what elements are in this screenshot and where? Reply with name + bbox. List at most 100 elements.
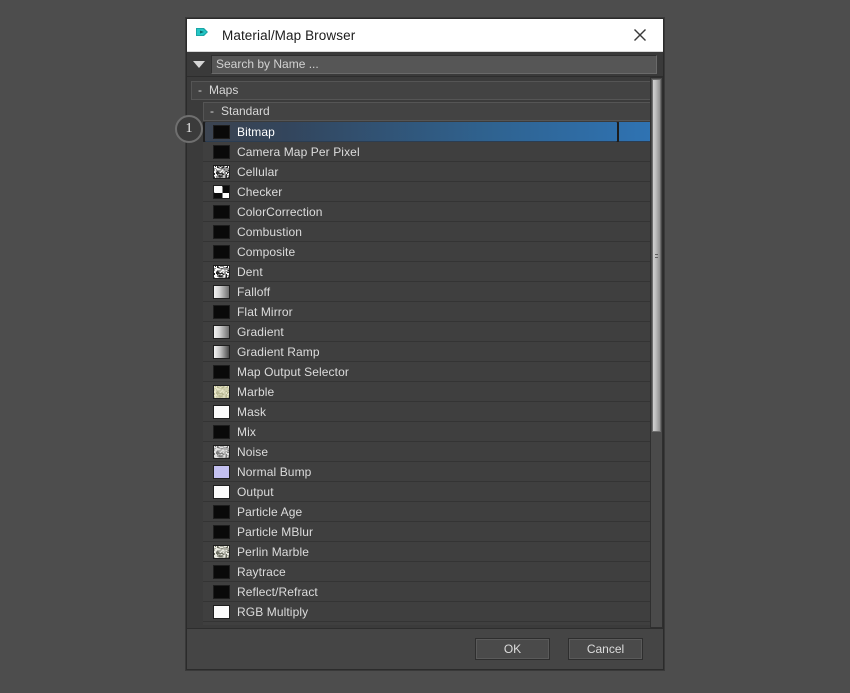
vertical-scrollbar[interactable] [650, 77, 663, 628]
list-item[interactable]: Perlin Marble [203, 542, 660, 562]
list-item-label: Normal Bump [237, 464, 312, 479]
swatch-preview-icon [213, 344, 230, 359]
swatch-preview-icon [213, 364, 230, 379]
swatch-preview-icon [213, 264, 230, 279]
swatch-preview-icon [213, 324, 230, 339]
list-item-label: RGB Multiply [237, 604, 309, 619]
list-item-label: Reflect/Refract [237, 584, 318, 599]
list-item[interactable]: Gradient [203, 322, 660, 342]
list-item-label: RGB Tint [237, 625, 286, 626]
list-item[interactable]: Camera Map Per Pixel [203, 142, 660, 162]
map-list-viewport: Bitmap Camera Map Per Pixel Cellular Checke… [203, 122, 660, 625]
max-material-browser-icon [195, 26, 213, 44]
swatch-preview-icon [213, 284, 230, 299]
map-list: Bitmap Camera Map Per Pixel Cellular Checke… [203, 122, 660, 625]
swatch-preview-icon [213, 524, 230, 539]
list-item[interactable]: Output [203, 482, 660, 502]
search-bar [187, 52, 663, 77]
window-title: Material/Map Browser [222, 27, 356, 43]
list-item[interactable]: Raytrace [203, 562, 660, 582]
dialog-footer: OK Cancel [187, 628, 663, 669]
list-item[interactable]: Reflect/Refract [203, 582, 660, 602]
list-item-label: Map Output Selector [237, 364, 349, 379]
swatch-preview-icon [213, 384, 230, 399]
list-item[interactable]: Noise [203, 442, 660, 462]
list-item[interactable]: Mask [203, 402, 660, 422]
list-item[interactable]: Map Output Selector [203, 362, 660, 382]
list-item-label: Gradient [237, 324, 284, 339]
list-item[interactable]: RGB Multiply [203, 602, 660, 622]
scrollbar-grip-icon [655, 253, 658, 259]
group-header-standard-label: Standard [221, 104, 270, 118]
collapse-indicator-standard: - [210, 104, 214, 118]
close-icon[interactable] [627, 22, 653, 48]
list-item-label: Particle Age [237, 504, 303, 519]
browser-body: - Maps - Standard Bitmap Camera Map Per Pix… [187, 77, 663, 628]
list-item-label: Gradient Ramp [237, 344, 320, 359]
list-item-label: Bitmap [237, 124, 275, 139]
list-item[interactable]: Falloff [203, 282, 660, 302]
list-item-label: Noise [237, 444, 269, 459]
list-item[interactable]: Checker [203, 182, 660, 202]
list-item[interactable]: Bitmap [203, 122, 660, 144]
swatch-preview-icon [213, 504, 230, 519]
list-item-label: Mask [237, 404, 267, 419]
swatch-preview-icon [213, 304, 230, 319]
list-item[interactable]: RGB Tint [203, 622, 660, 625]
list-item-label: Mix [237, 424, 256, 439]
scrollbar-thumb[interactable] [652, 79, 661, 432]
cancel-button[interactable]: Cancel [568, 638, 643, 660]
list-item-label: Camera Map Per Pixel [237, 144, 360, 159]
swatch-preview-icon [213, 424, 230, 439]
list-item[interactable]: Particle Age [203, 502, 660, 522]
swatch-preview-icon [213, 484, 230, 499]
swatch-preview-icon [213, 544, 230, 559]
list-item-label: Falloff [237, 284, 271, 299]
list-item[interactable]: Gradient Ramp [203, 342, 660, 362]
list-item-label: Combustion [237, 224, 303, 239]
list-item[interactable]: Flat Mirror [203, 302, 660, 322]
list-item-label: Raytrace [237, 564, 286, 579]
swatch-preview-icon [213, 464, 230, 479]
list-item-label: Checker [237, 184, 283, 199]
list-item[interactable]: Composite [203, 242, 660, 262]
list-item-label: Composite [237, 244, 296, 259]
ok-button[interactable]: OK [475, 638, 550, 660]
list-item-label: Perlin Marble [237, 544, 309, 559]
list-item[interactable]: Combustion [203, 222, 660, 242]
titlebar: Material/Map Browser [187, 19, 663, 52]
list-item[interactable]: Marble [203, 382, 660, 402]
list-item-label: Particle MBlur [237, 524, 314, 539]
swatch-preview-icon [213, 444, 230, 459]
collapse-indicator-maps: - [198, 83, 202, 97]
list-item-label: Flat Mirror [237, 304, 293, 319]
swatch-preview-icon [213, 244, 230, 259]
group-header-maps[interactable]: - Maps [191, 81, 660, 100]
group-header-maps-label: Maps [209, 83, 239, 97]
list-item-label: Cellular [237, 164, 279, 179]
swatch-preview-icon [213, 124, 230, 139]
list-item[interactable]: ColorCorrection [203, 202, 660, 222]
list-item[interactable]: Mix [203, 422, 660, 442]
list-item-label: Dent [237, 264, 263, 279]
swatch-preview-icon [213, 404, 230, 419]
chevron-down-icon[interactable] [189, 54, 209, 75]
material-map-browser-dialog: Material/Map Browser -Maps [186, 18, 664, 670]
swatch-preview-icon [213, 164, 230, 179]
list-item-label: ColorCorrection [237, 204, 323, 219]
search-input[interactable] [211, 54, 657, 74]
step-badge-1: 1 [175, 115, 203, 143]
swatch-preview-icon [213, 564, 230, 579]
group-header-standard[interactable]: - Standard [203, 102, 660, 121]
group-standard: - Standard Bitmap Camera Map Per Pixel Cell… [203, 102, 660, 625]
list-item-label: Marble [237, 384, 275, 399]
swatch-preview-icon [213, 204, 230, 219]
list-item[interactable]: Dent [203, 262, 660, 282]
swatch-preview-icon [213, 144, 230, 159]
list-item[interactable]: Particle MBlur [203, 522, 660, 542]
swatch-preview-icon [213, 224, 230, 239]
list-item[interactable]: Normal Bump [203, 462, 660, 482]
group-maps: - Maps - Standard Bitmap Camera Map Per Pix… [191, 81, 660, 625]
swatch-preview-icon [213, 184, 230, 199]
list-item[interactable]: Cellular [203, 162, 660, 182]
